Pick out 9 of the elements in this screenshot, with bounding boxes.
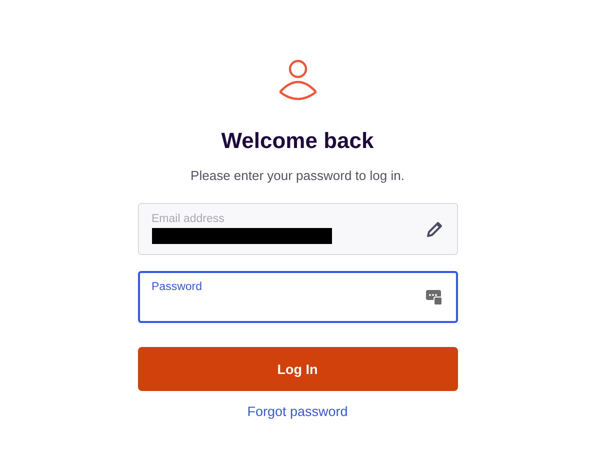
page-title: Welcome back [221,128,374,154]
forgot-password-link[interactable]: Forgot password [247,404,348,419]
password-manager-icon[interactable] [424,288,442,306]
password-field[interactable]: Password [138,271,458,323]
field-label: Email address [152,213,226,225]
login-button[interactable]: Log In [138,347,458,391]
field-label: Password [152,281,203,293]
subtitle: Please enter your password to log in. [190,168,404,183]
user-icon [276,58,318,100]
